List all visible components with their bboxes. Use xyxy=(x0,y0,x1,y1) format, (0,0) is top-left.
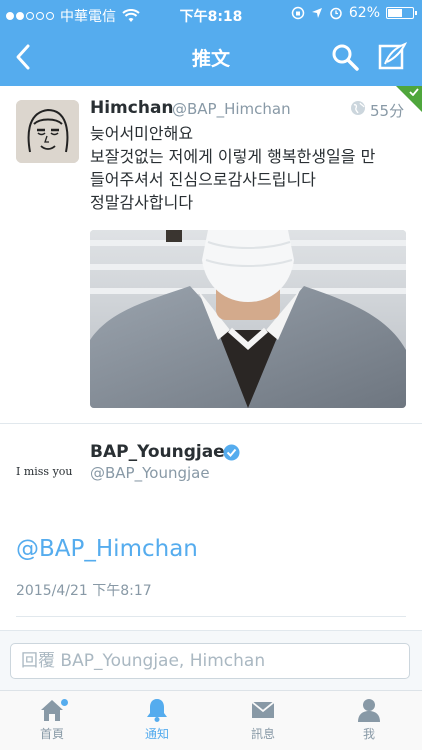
status-bar: 中華電信 下午8:18 62% xyxy=(0,0,422,30)
tab-home-label: 首頁 xyxy=(39,727,64,741)
globe-icon xyxy=(351,101,365,115)
orientation-lock-icon xyxy=(291,6,305,20)
reply-bar xyxy=(0,630,422,690)
top-bar: 中華電信 下午8:18 62% 推文 xyxy=(0,0,422,86)
tab-me-label: 我 xyxy=(362,727,375,741)
masked-person-photo xyxy=(90,230,406,408)
reply-date: 2015/4/21 下午8:17 xyxy=(16,583,152,599)
alarm-icon xyxy=(330,7,342,20)
himchan-avatar[interactable] xyxy=(16,100,79,163)
bell-icon xyxy=(147,699,167,722)
reply-author-name[interactable]: BAP_Youngjae xyxy=(90,442,225,462)
location-icon xyxy=(311,8,322,18)
battery-percent: 62% xyxy=(348,5,380,21)
nav-bar: 推文 xyxy=(0,30,422,86)
tweet-text: 늦어서미안해요 보잘것없는 저에게 이렇게 행복한생일을 만 들어주셔서 진심으… xyxy=(90,122,375,214)
tab-home[interactable]: 首頁 xyxy=(17,697,87,742)
author-handle[interactable]: @BAP_Himchan xyxy=(172,100,291,118)
battery-icon xyxy=(386,7,417,19)
tab-me[interactable]: 我 xyxy=(334,697,404,742)
status-right: 62% xyxy=(291,5,417,21)
reply-input[interactable] xyxy=(10,643,410,679)
tweet-photo[interactable] xyxy=(90,230,406,408)
tweet-line: 보잘것없는 저에게 이렇게 행복한생일을 만 xyxy=(90,147,376,166)
tab-messages[interactable]: 訊息 xyxy=(228,697,298,742)
verified-badge-icon xyxy=(223,444,240,461)
new-tweets-dot xyxy=(61,699,68,706)
cartoon-face-icon xyxy=(16,100,79,163)
compose-tweet-icon[interactable] xyxy=(377,42,407,72)
tweet-time: 55分 xyxy=(370,102,405,120)
reply-tweet: I miss you BAP_Youngjae @BAP_Youngjae @B… xyxy=(0,424,422,630)
tab-bar: 首頁 通知 訊息 我 xyxy=(0,690,422,750)
divider xyxy=(16,616,406,617)
tweet-line: 늦어서미안해요 xyxy=(90,124,194,143)
tab-notifications-label: 通知 xyxy=(144,727,169,741)
main-tweet: Himchan @BAP_Himchan 55分 늦어서미안해요 보잘것없는 저… xyxy=(0,86,422,424)
avatar-caption: I miss you xyxy=(16,465,73,478)
mention-link[interactable]: @BAP_Himchan xyxy=(16,536,198,562)
youngjae-avatar[interactable]: I miss you xyxy=(16,460,80,484)
following-check-icon xyxy=(409,88,419,96)
tab-notifications[interactable]: 通知 xyxy=(122,697,192,742)
reply-author-handle[interactable]: @BAP_Youngjae xyxy=(90,464,210,482)
person-icon xyxy=(358,699,380,722)
tweet-line: 들어주셔서 진심으로감사드립니다 xyxy=(90,170,316,189)
search-icon[interactable] xyxy=(330,42,360,72)
tab-messages-label: 訊息 xyxy=(250,727,275,741)
author-name[interactable]: Himchan xyxy=(90,98,174,118)
tweet-line: 정말감사합니다 xyxy=(90,193,194,212)
envelope-icon xyxy=(251,701,275,718)
